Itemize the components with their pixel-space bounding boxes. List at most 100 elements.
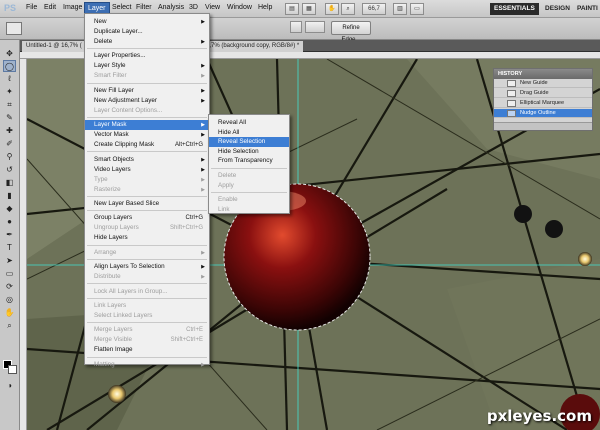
path-selection-icon[interactable]: ➤ <box>3 255 16 267</box>
history-panel-title: HISTORY <box>494 69 592 79</box>
brush-tool-icon[interactable]: ✐ <box>3 138 16 150</box>
vertical-ruler[interactable] <box>20 59 27 430</box>
menu-item-hide-selection[interactable]: Hide Selection <box>209 147 289 157</box>
menu-item-align-layers-to-selection[interactable]: Align Layers To Selection ▶ <box>85 262 209 272</box>
menu-item-new-adjustment-layer[interactable]: New Adjustment Layer ▶ <box>85 96 209 106</box>
menu-item-video-layers[interactable]: Video Layers ▶ <box>85 165 209 175</box>
screen-mode-icon[interactable]: ▭ <box>410 3 424 15</box>
shape-tool-icon[interactable]: ▭ <box>3 268 16 280</box>
workspace-design[interactable]: DESIGN <box>541 3 574 15</box>
zoom-level[interactable]: 66,7 <box>362 3 386 15</box>
menu-item-layer-style[interactable]: Layer Style ▶ <box>85 61 209 71</box>
menu-item-label: Merge Layers <box>94 326 133 334</box>
move-tool-icon[interactable]: ✥ <box>3 48 16 60</box>
quick-mask-icon[interactable]: ◑ <box>3 380 16 392</box>
menu-item-layer-properties[interactable]: Layer Properties... <box>85 51 209 61</box>
elliptical-marquee-tool-icon[interactable]: ◯ <box>3 60 16 72</box>
doc-tab-untitled[interactable]: Untitled-1 @ 16,7% ( <box>22 41 86 52</box>
hand-icon[interactable]: ✋ <box>325 3 339 15</box>
menu-file[interactable]: File <box>25 4 38 11</box>
menu-item-vector-mask[interactable]: Vector Mask ▶ <box>85 130 209 140</box>
menu-item-label: New Layer Based Slice <box>94 200 160 207</box>
crop-tool-icon[interactable]: ⌗ <box>3 99 16 111</box>
zoom-icon[interactable]: ⌕ <box>341 3 355 15</box>
history-step[interactable]: Elliptical Marquee <box>494 99 592 108</box>
menu-item-flatten-image[interactable]: Flatten Image <box>85 345 209 355</box>
menu-item-label: Delete <box>218 172 237 179</box>
minibridge-icon[interactable]: ▦ <box>302 3 316 15</box>
workspace-painting[interactable]: PAINTI <box>573 3 600 15</box>
clone-stamp-icon[interactable]: ⚲ <box>3 151 16 163</box>
menu-item-label: Type <box>94 175 108 183</box>
menu-item-reveal-all[interactable]: Reveal All <box>209 118 289 128</box>
history-brush-icon[interactable]: ↺ <box>3 164 16 176</box>
menu-item-merge-layers: Merge Layers Ctrl+E <box>85 325 209 335</box>
menu-3d[interactable]: 3D <box>188 4 199 11</box>
feather-icon[interactable] <box>290 21 302 33</box>
menu-item-create-clipping-mask[interactable]: Create Clipping Mask Alt+Ctrl+G <box>85 140 209 150</box>
menu-help[interactable]: Help <box>257 4 273 11</box>
menu-item-new-layer-based-slice[interactable]: New Layer Based Slice <box>85 199 209 209</box>
gradient-tool-icon[interactable]: ▮ <box>3 190 16 202</box>
3d-camera-icon[interactable]: ◎ <box>3 294 16 306</box>
workspace-essentials[interactable]: ESSENTIALS <box>490 3 539 15</box>
menu-item-reveal-selection[interactable]: Reveal Selection <box>209 137 289 148</box>
bridge-icon[interactable]: ▤ <box>285 3 299 15</box>
marquee-tool-preset-icon[interactable] <box>6 22 22 35</box>
history-step[interactable]: New Guide <box>494 79 592 88</box>
menu-window[interactable]: Window <box>226 4 253 11</box>
menu-item-delete[interactable]: Delete ▶ <box>85 37 209 47</box>
menu-edit[interactable]: Edit <box>43 4 57 11</box>
background-color-swatch[interactable] <box>8 365 17 374</box>
submenu-arrow-icon: ▶ <box>201 166 205 173</box>
menu-item-label: Flatten Image <box>94 346 133 354</box>
history-step[interactable]: Drag Guide <box>494 89 592 98</box>
menu-item-label: Smart Filter <box>94 72 127 80</box>
zoom-tool-icon[interactable]: ⌕ <box>3 320 16 332</box>
menu-view[interactable]: View <box>204 4 221 11</box>
menu-item-label: Arrange <box>94 248 117 256</box>
menu-select[interactable]: Select <box>111 4 132 11</box>
menu-item-hide-layers[interactable]: Hide Layers <box>85 233 209 243</box>
type-tool-icon[interactable]: T <box>3 242 16 254</box>
menu-item-duplicate-layer[interactable]: Duplicate Layer... <box>85 27 209 37</box>
pen-tool-icon[interactable]: ✒ <box>3 229 16 241</box>
3d-rotate-icon[interactable]: ⟳ <box>3 281 16 293</box>
history-step-icon <box>507 100 516 107</box>
arrange-docs-icon[interactable]: ▥ <box>393 3 407 15</box>
eraser-tool-icon[interactable]: ◧ <box>3 177 16 189</box>
lasso-tool-icon[interactable]: ℓ <box>3 73 16 85</box>
menu-item-label: Hide Selection <box>218 147 259 155</box>
menu-item-label: Layer Properties... <box>94 52 146 60</box>
submenu-arrow-icon: ▶ <box>201 63 205 70</box>
blur-tool-icon[interactable]: ◆ <box>3 203 16 215</box>
menu-item-arrange: Arrange ▶ <box>85 248 209 258</box>
menu-item-group-layers[interactable]: Group Layers Ctrl+G <box>85 213 209 223</box>
menu-item-new[interactable]: New ▶ <box>85 17 209 27</box>
menu-item-hide-all[interactable]: Hide All <box>209 128 289 138</box>
magic-wand-icon[interactable]: ✦ <box>3 86 16 98</box>
doc-tab-background-copy[interactable]: 6,7% (background copy, RGB/8#) * <box>202 41 304 52</box>
refine-edge-button[interactable]: Refine Edge... <box>331 21 371 43</box>
menu-item-distribute: Distribute ▶ <box>85 272 209 282</box>
eyedropper-icon[interactable]: ✎ <box>3 112 16 124</box>
style-select[interactable] <box>305 21 325 33</box>
hand-tool-icon[interactable]: ✋ <box>3 307 16 319</box>
menu-item-link: Link <box>209 205 289 215</box>
menu-item-shortcut: Alt+Ctrl+G <box>174 142 203 149</box>
menu-image[interactable]: Image <box>62 4 83 11</box>
healing-brush-icon[interactable]: ✚ <box>3 125 16 137</box>
menu-filter[interactable]: Filter <box>135 4 153 11</box>
menu-item-new-fill-layer[interactable]: New Fill Layer ▶ <box>85 86 209 96</box>
menu-item-layer-mask[interactable]: Layer Mask ▶ <box>85 120 209 131</box>
history-step-selected[interactable]: Nudge Outline <box>494 109 592 118</box>
history-step-icon <box>507 90 516 97</box>
menu-item-from-transparency[interactable]: From Transparency <box>209 156 289 166</box>
menu-separator <box>87 195 207 197</box>
menu-item-smart-objects[interactable]: Smart Objects ▶ <box>85 155 209 165</box>
menu-separator <box>87 48 207 50</box>
history-panel-footer <box>494 122 592 130</box>
menu-analysis[interactable]: Analysis <box>157 4 185 11</box>
dodge-tool-icon[interactable]: ● <box>3 216 16 228</box>
menu-item-matting: Matting ▶ <box>85 360 209 370</box>
